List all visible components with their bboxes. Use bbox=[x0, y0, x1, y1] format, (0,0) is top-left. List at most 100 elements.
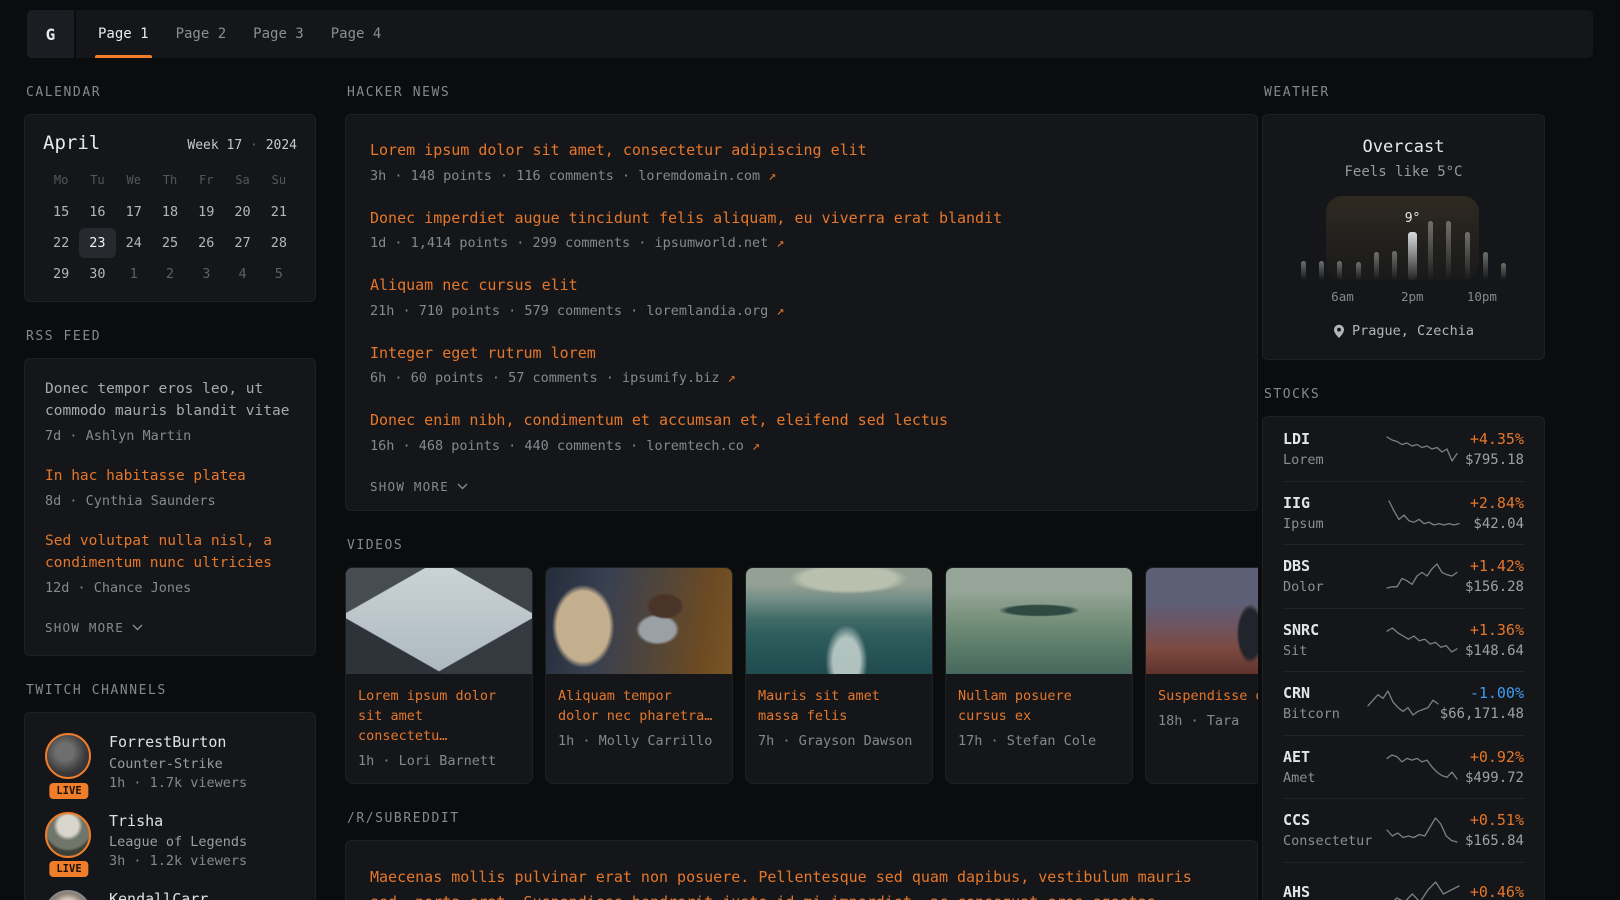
video-card[interactable]: Lorem ipsum dolor sit amet consectetu… 1… bbox=[345, 567, 533, 785]
hackernews-item-meta: 6h · 60 points · 57 comments · ipsumify.… bbox=[370, 370, 1233, 386]
subreddit-section-title: /R/SUBREDDIT bbox=[347, 811, 1258, 826]
twitch-channel-row[interactable]: LIVE ForrestBurton Counter-Strike 1h · 1… bbox=[45, 733, 295, 791]
weather-bar bbox=[1444, 221, 1453, 280]
rss-item: Donec tempor eros leo, ut commodo mauris… bbox=[45, 379, 295, 446]
calendar-day: 1 bbox=[116, 259, 152, 289]
twitch-channel-row[interactable]: LIVE Trisha League of Legends 3h · 1.2k … bbox=[45, 812, 295, 870]
hackernews-item-title[interactable]: Lorem ipsum dolor sit amet, consectetur … bbox=[370, 139, 1233, 162]
stock-change: +1.42% bbox=[1465, 557, 1524, 575]
tab-page-1[interactable]: Page 1 bbox=[98, 10, 149, 58]
video-thumbnail bbox=[546, 568, 732, 674]
stock-sparkline bbox=[1379, 626, 1465, 654]
calendar-day: 17 bbox=[116, 197, 152, 227]
app-logo[interactable]: G bbox=[27, 10, 76, 58]
meta-text: 21h · 710 points · 579 comments · loreml… bbox=[370, 303, 776, 319]
stock-symbol: CRN bbox=[1283, 684, 1366, 702]
twitch-channel-row[interactable]: KendallCarr bbox=[45, 890, 295, 900]
rss-item-title[interactable]: Donec tempor eros leo, ut commodo mauris… bbox=[45, 379, 295, 423]
weather-condition: Overcast bbox=[1283, 137, 1524, 157]
rss-item: Sed volutpat nulla nisl, a condimentum n… bbox=[45, 531, 295, 598]
rss-item-title[interactable]: Sed volutpat nulla nisl, a condimentum n… bbox=[45, 531, 295, 575]
dashboard-page: G Page 1 Page 2 Page 3 Page 4 CALENDAR A… bbox=[0, 0, 1620, 900]
stock-price: $148.64 bbox=[1465, 643, 1524, 659]
calendar-day: 20 bbox=[224, 197, 260, 227]
stock-sparkline bbox=[1379, 562, 1465, 590]
separator-dot: · bbox=[250, 138, 258, 153]
calendar-day: 15 bbox=[43, 197, 79, 227]
meta-text: 1d · 1,414 points · 299 comments · ipsum… bbox=[370, 235, 776, 251]
middle-column: HACKER NEWS Lorem ipsum dolor sit amet, … bbox=[345, 58, 1258, 900]
video-thumbnail bbox=[946, 568, 1132, 674]
external-link-icon: ↗ bbox=[752, 438, 760, 454]
video-thumbnail bbox=[746, 568, 932, 674]
video-card[interactable]: Suspendisse diam 18h · Tara bbox=[1145, 567, 1258, 785]
twitch-channel-name: Trisha bbox=[109, 812, 247, 832]
weather-bar bbox=[1299, 261, 1308, 280]
hackernews-section-title: HACKER NEWS bbox=[347, 85, 1258, 100]
twitch-avatar-wrap bbox=[45, 890, 93, 900]
rss-item-title[interactable]: In hac habitasse platea bbox=[45, 466, 295, 488]
video-card[interactable]: Nullam posuere cursus ex 17h · Stefan Co… bbox=[945, 567, 1133, 785]
stock-change: +2.84% bbox=[1470, 494, 1524, 512]
hackernews-item-title[interactable]: Aliquam nec cursus elit bbox=[370, 274, 1233, 297]
video-card[interactable]: Mauris sit amet massa felis 7h · Grayson… bbox=[745, 567, 933, 785]
stock-name: Dolor bbox=[1283, 579, 1379, 595]
calendar-widget: April Week 17 · 2024 MoTuWeThFrSaSu15161… bbox=[24, 114, 316, 302]
daylight-highlight bbox=[1326, 196, 1479, 280]
stock-symbol: CCS bbox=[1283, 811, 1379, 829]
hackernews-item-title[interactable]: Donec enim nibh, condimentum et accumsan… bbox=[370, 409, 1233, 432]
calendar-day: 2 bbox=[152, 259, 188, 289]
calendar-day-header: We bbox=[116, 166, 152, 196]
stock-change: -1.00% bbox=[1440, 684, 1524, 702]
tab-page-3[interactable]: Page 3 bbox=[253, 10, 304, 58]
weather-bar bbox=[1463, 232, 1472, 280]
stock-symbol: SNRC bbox=[1283, 621, 1379, 639]
hackernews-item-title[interactable]: Integer eget rutrum lorem bbox=[370, 342, 1233, 365]
calendar-day: 23 bbox=[79, 228, 115, 258]
stock-sparkline bbox=[1379, 753, 1465, 781]
rss-widget: Donec tempor eros leo, ut commodo mauris… bbox=[24, 358, 316, 656]
weather-location-text: Prague, Czechia bbox=[1352, 323, 1474, 339]
video-title: Mauris sit amet massa felis bbox=[758, 686, 920, 727]
weather-bar bbox=[1499, 263, 1508, 280]
meta-text: 3h · 148 points · 116 comments · loremdo… bbox=[370, 168, 768, 184]
chevron-down-icon bbox=[132, 624, 143, 631]
video-title: Suspendisse diam bbox=[1158, 686, 1258, 706]
calendar-day-header: Fr bbox=[188, 166, 224, 196]
rss-item: In hac habitasse platea 8d · Cynthia Sau… bbox=[45, 466, 295, 511]
calendar-week-year: Week 17 · 2024 bbox=[187, 138, 297, 153]
show-more-label: SHOW MORE bbox=[45, 620, 124, 635]
weather-bar bbox=[1317, 261, 1326, 280]
stock-sparkline bbox=[1379, 880, 1470, 900]
weather-bar bbox=[1426, 221, 1435, 280]
external-link-icon: ↗ bbox=[728, 370, 736, 386]
rss-item-meta: 12d · Chance Jones bbox=[45, 579, 295, 599]
stock-values: +0.46% bbox=[1470, 883, 1524, 900]
stocks-section-title: STOCKS bbox=[1264, 387, 1545, 402]
rss-show-more-button[interactable]: SHOW MORE bbox=[45, 618, 143, 635]
location-pin-icon bbox=[1333, 324, 1345, 339]
calendar-day: 25 bbox=[152, 228, 188, 258]
tab-page-4[interactable]: Page 4 bbox=[331, 10, 382, 58]
stock-name: Ipsum bbox=[1283, 516, 1379, 532]
twitch-channel-info: Trisha League of Legends 3h · 1.2k viewe… bbox=[109, 812, 247, 870]
video-card[interactable]: Aliquam tempor dolor nec pharetra… 1h · … bbox=[545, 567, 733, 785]
page-tabs: Page 1 Page 2 Page 3 Page 4 bbox=[76, 10, 381, 58]
top-nav: G Page 1 Page 2 Page 3 Page 4 bbox=[27, 10, 1593, 58]
stock-row: CRN Bitcorn -1.00% $66,171.48 bbox=[1283, 671, 1524, 735]
reddit-post-title[interactable]: Maecenas mollis pulvinar erat non posuer… bbox=[370, 865, 1233, 900]
calendar-grid: MoTuWeThFrSaSu15161718192021222324252627… bbox=[43, 166, 297, 289]
meta-text: 6h · 60 points · 57 comments · ipsumify.… bbox=[370, 370, 728, 386]
hackernews-item: Donec enim nibh, condimentum et accumsan… bbox=[370, 409, 1233, 454]
calendar-day: 22 bbox=[43, 228, 79, 258]
stock-id: CCS Consectetur bbox=[1283, 811, 1379, 849]
meta-text: 16h · 468 points · 440 comments · loremt… bbox=[370, 438, 752, 454]
hackernews-item-title[interactable]: Donec imperdiet augue tincidunt felis al… bbox=[370, 207, 1233, 230]
tab-page-2[interactable]: Page 2 bbox=[176, 10, 227, 58]
stock-name: Lorem bbox=[1283, 452, 1379, 468]
weather-time-labels: 6am 2pm 10pm bbox=[1299, 289, 1508, 306]
rss-section-title: RSS FEED bbox=[26, 329, 316, 344]
stock-values: +4.35% $795.18 bbox=[1465, 430, 1524, 468]
stock-id: SNRC Sit bbox=[1283, 621, 1379, 659]
hackernews-show-more-button[interactable]: SHOW MORE bbox=[370, 477, 468, 494]
